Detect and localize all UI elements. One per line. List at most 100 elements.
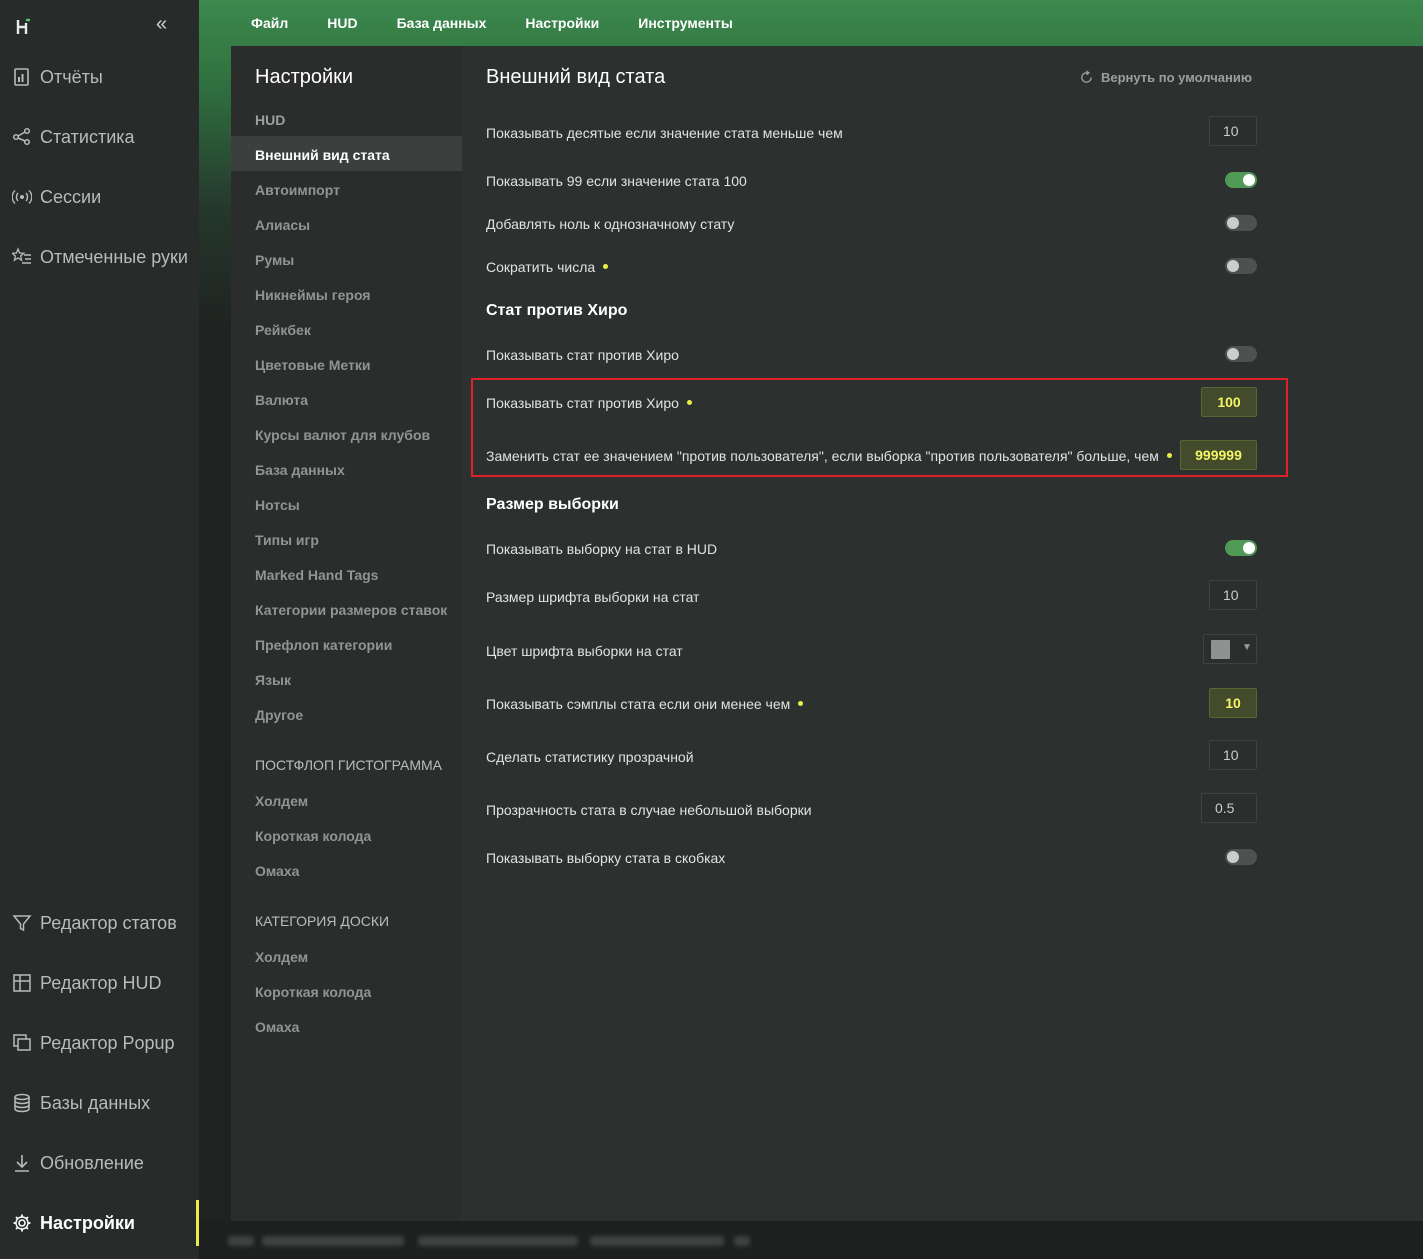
category-header-postflop: ПОСТФЛОП ГИСТОГРАММА <box>255 757 442 773</box>
reset-default-label: Вернуть по умолчанию <box>1101 70 1252 85</box>
shorten-numbers-text: Сократить числа <box>486 259 596 275</box>
settings-item-rakeback[interactable]: Рейкбек <box>255 322 311 338</box>
status-blur-2 <box>262 1236 404 1246</box>
show-99-toggle[interactable] <box>1225 172 1257 188</box>
vs-hero-threshold-input[interactable]: 100 <box>1201 387 1257 417</box>
reset-default-button[interactable]: Вернуть по умолчанию <box>1079 70 1252 85</box>
nav-item-stat-editor[interactable]: Редактор статов <box>12 908 177 938</box>
chevron-down-icon: ▼ <box>1242 642 1252 653</box>
category-header-board: КАТЕГОРИЯ ДОСКИ <box>255 913 390 929</box>
make-transparent-input[interactable]: 10 <box>1209 740 1257 770</box>
setting-show-sample-label: Показывать выборку на стат в HUD <box>486 541 718 557</box>
nav-item-label: Отчёты <box>40 66 103 87</box>
settings-item-stat-appearance[interactable]: Внешний вид стата <box>255 147 390 163</box>
modified-dot-icon <box>1166 452 1172 458</box>
settings-item-aliases[interactable]: Алиасы <box>255 217 310 233</box>
vs-hero-threshold-text: Показывать стат против Хиро <box>486 395 679 411</box>
nav-item-sessions[interactable]: Сессии <box>12 182 101 212</box>
setting-replace-vs-user-label: Заменить стат ее значением "против польз… <box>486 448 1172 464</box>
settings-item-postflop-short-deck[interactable]: Короткая колода <box>255 828 371 844</box>
setting-show-vs-hero-label: Показывать стат против Хиро <box>486 347 679 363</box>
settings-item-other[interactable]: Другое <box>255 707 303 723</box>
color-swatch <box>1211 640 1230 659</box>
show-sample-toggle[interactable] <box>1225 540 1257 556</box>
nav-item-label: Статистика <box>40 126 135 147</box>
report-icon <box>14 68 29 86</box>
settings-item-board-short-deck[interactable]: Короткая колода <box>255 984 371 1000</box>
menu-database[interactable]: База данных <box>397 15 487 31</box>
settings-item-database[interactable]: База данных <box>255 462 345 478</box>
add-zero-toggle[interactable] <box>1225 215 1257 231</box>
sample-brackets-toggle[interactable] <box>1225 849 1257 865</box>
nav-item-label: Редактор HUD <box>40 972 162 993</box>
modified-dot-icon <box>798 700 804 706</box>
show-tenths-input[interactable]: 10 <box>1209 116 1257 146</box>
settings-item-notes[interactable]: Нотсы <box>255 497 300 513</box>
nav-item-marked-hands[interactable]: Отмеченные руки <box>12 242 188 272</box>
setting-sample-brackets-label: Показывать выборку стата в скобках <box>486 850 726 866</box>
gear-icon <box>13 1214 31 1232</box>
settings-title: Настройки <box>255 66 354 88</box>
section-title-sample: Размер выборки <box>486 496 619 513</box>
settings-item-hero-nicknames[interactable]: Никнеймы героя <box>255 287 370 303</box>
settings-item-rooms[interactable]: Румы <box>255 252 294 268</box>
show-vs-hero-toggle[interactable] <box>1225 346 1257 362</box>
settings-item-board-holdem[interactable]: Холдем <box>255 949 308 965</box>
database-icon <box>14 1093 30 1113</box>
settings-item-postflop-omaha[interactable]: Омаха <box>255 863 299 879</box>
menu-tools[interactable]: Инструменты <box>638 15 733 31</box>
show-samples-less-text: Показывать сэмплы стата если они менее ч… <box>486 696 791 712</box>
settings-item-game-types[interactable]: Типы игр <box>255 532 319 548</box>
modified-dot-icon <box>686 399 692 405</box>
nav-item-label: Редактор Popup <box>40 1032 175 1053</box>
settings-item-postflop-holdem[interactable]: Холдем <box>255 793 308 809</box>
layout-icon <box>13 974 31 992</box>
transparency-input[interactable]: 0.5 <box>1201 793 1257 823</box>
settings-item-color-marks[interactable]: Цветовые Метки <box>255 357 370 373</box>
settings-item-bet-size-categories[interactable]: Категории размеров ставок <box>255 602 447 618</box>
windows-icon <box>13 1034 31 1051</box>
nav-item-reports[interactable]: Отчёты <box>12 62 103 92</box>
setting-show-99-label: Показывать 99 если значение стата 100 <box>486 173 747 189</box>
broadcast-icon <box>12 189 32 205</box>
show-samples-less-input[interactable]: 10 <box>1209 688 1257 718</box>
modified-dot-icon <box>603 263 609 269</box>
nav-item-label: Сессии <box>40 186 102 207</box>
nav-item-label: Настройки <box>40 1212 135 1233</box>
settings-item-currency[interactable]: Валюта <box>255 392 308 408</box>
section-title-hero: Стат против Хиро <box>486 302 628 319</box>
status-blur-4 <box>590 1236 724 1246</box>
filter-icon <box>12 915 32 932</box>
replace-vs-user-input[interactable]: 999999 <box>1180 440 1257 470</box>
setting-transparency-label: Прозрачность стата в случае небольшой вы… <box>486 802 812 818</box>
sample-font-size-input[interactable]: 10 <box>1209 580 1257 610</box>
menu-file[interactable]: Файл <box>251 15 288 31</box>
setting-vs-hero-threshold-label: Показывать стат против Хиро <box>486 395 692 411</box>
settings-item-preflop-categories[interactable]: Префлоп категории <box>255 637 392 653</box>
settings-item-marked-hand-tags[interactable]: Marked Hand Tags <box>255 567 378 583</box>
nav-item-label: Отмеченные руки <box>40 246 188 267</box>
collapse-sidebar-icon[interactable]: « <box>156 14 176 34</box>
menu-settings[interactable]: Настройки <box>525 15 599 31</box>
app-logo-icon <box>16 18 30 34</box>
left-navigation: « Отчёты Статистика Сессии Отмеченные ру… <box>0 0 199 1259</box>
star-list-icon <box>12 247 31 264</box>
settings-item-board-omaha[interactable]: Омаха <box>255 1019 299 1035</box>
nav-item-hud-editor[interactable]: Редактор HUD <box>12 968 161 998</box>
settings-item-language[interactable]: Язык <box>255 672 291 688</box>
nav-item-update[interactable]: Обновление <box>12 1148 144 1178</box>
setting-add-zero-label: Добавлять ноль к однозначному стату <box>486 216 735 232</box>
nav-item-statistics[interactable]: Статистика <box>12 122 135 152</box>
sample-font-color-picker[interactable]: ▼ <box>1203 634 1257 664</box>
shorten-numbers-toggle[interactable] <box>1225 258 1257 274</box>
nav-item-settings[interactable]: Настройки <box>12 1208 135 1238</box>
category-header-hud: HUD <box>255 112 286 128</box>
settings-item-club-rates[interactable]: Курсы валют для клубов <box>255 427 430 443</box>
nav-item-databases[interactable]: Базы данных <box>12 1088 150 1118</box>
settings-item-autoimport[interactable]: Автоимпорт <box>255 182 340 198</box>
reset-icon <box>1081 70 1092 83</box>
menu-hud[interactable]: HUD <box>327 15 357 31</box>
nav-item-label: Базы данных <box>40 1092 151 1113</box>
nav-item-label: Редактор статов <box>40 912 177 933</box>
nav-item-popup-editor[interactable]: Редактор Popup <box>12 1028 175 1058</box>
